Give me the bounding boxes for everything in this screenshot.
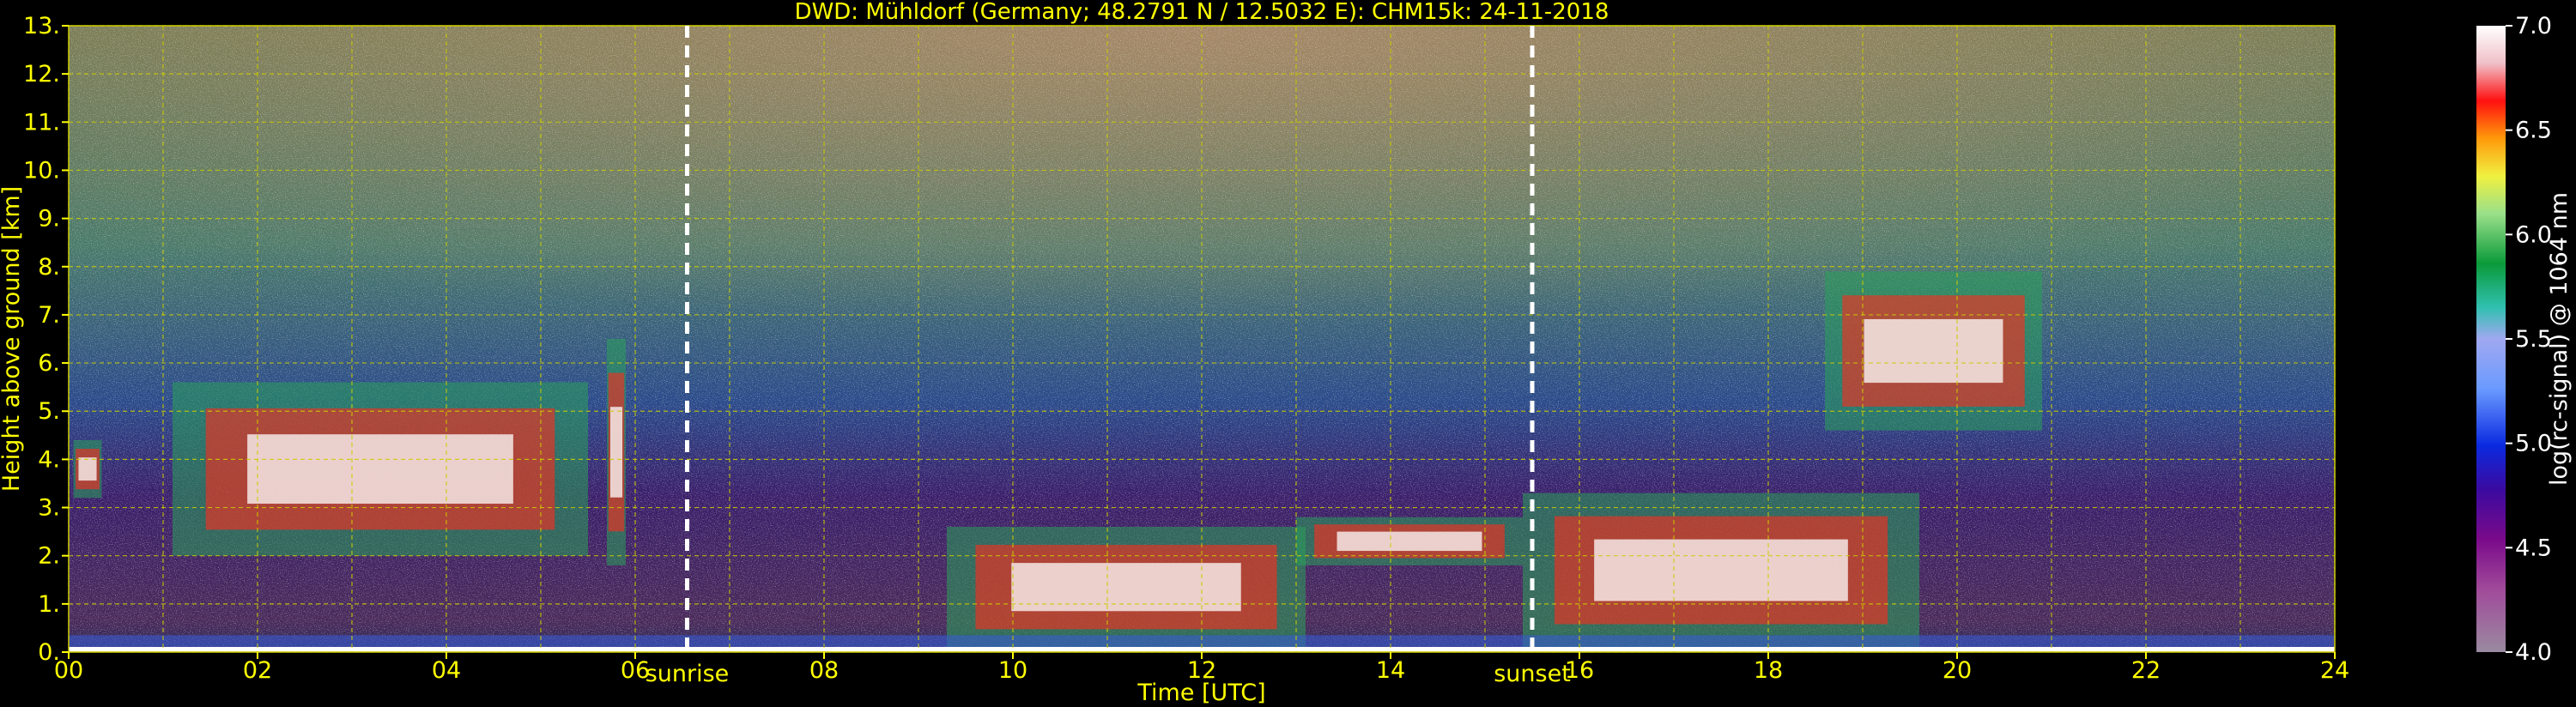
y-axis-label: Height above ground [km] bbox=[0, 186, 25, 492]
sunset-label: sunset bbox=[1494, 661, 1571, 687]
ceilometer-figure: sunrise sunset 00 02 04 06 08 10 12 14 16 18 20 22 24… bbox=[0, 0, 2573, 706]
y-tick-label: 13. bbox=[23, 13, 60, 39]
layer-cloud bbox=[607, 339, 626, 565]
layer-cloud bbox=[173, 382, 588, 556]
colorbar-tick-label: 6.5 bbox=[2515, 118, 2552, 144]
sunrise-label: sunrise bbox=[646, 661, 730, 687]
cloud-core bbox=[78, 457, 97, 481]
layer-cloud bbox=[1296, 517, 1523, 565]
colorbar-gradient bbox=[2476, 26, 2506, 652]
y-tick-label: 0. bbox=[38, 639, 60, 666]
x-tick-label: 18 bbox=[1754, 657, 1783, 684]
colorbar-tick-label: 4.0 bbox=[2515, 639, 2552, 666]
y-tick-label: 8. bbox=[38, 254, 60, 281]
x-tick-label: 24 bbox=[2320, 657, 2349, 684]
x-tick-label: 22 bbox=[2131, 657, 2161, 684]
x-tick-label: 14 bbox=[1376, 657, 1405, 684]
layer-cloud bbox=[947, 527, 1306, 648]
y-tick-label: 12. bbox=[23, 61, 60, 88]
x-tick-label: 06 bbox=[621, 657, 650, 684]
colorbar-tick-label: 4.5 bbox=[2515, 535, 2552, 561]
y-tick-label: 3. bbox=[38, 495, 60, 522]
chart-title: DWD: Mühldorf (Germany; 48.2791 N / 12.5… bbox=[795, 0, 1609, 25]
cloud-core bbox=[1594, 539, 1848, 601]
y-tick-label: 1. bbox=[38, 591, 60, 618]
x-tick-label: 16 bbox=[1565, 657, 1594, 684]
y-tick-label: 11. bbox=[23, 109, 60, 136]
colorbar-ticks: 4.04.55.05.56.06.57.0 bbox=[2506, 13, 2552, 666]
layer-cloud bbox=[1523, 492, 1919, 648]
y-axis-ticks: 0. 1. 2. 3. 4. 5. 6. 7. 8. 9. 10. 11. 12. 13. bbox=[23, 13, 69, 666]
x-tick-label: 10 bbox=[998, 657, 1027, 684]
y-tick-label: 9. bbox=[38, 206, 60, 233]
x-tick-label: 20 bbox=[1943, 657, 1972, 684]
y-tick-label: 4. bbox=[38, 446, 60, 473]
x-tick-label: 02 bbox=[243, 657, 272, 684]
colorbar-tick-label: 7.0 bbox=[2515, 13, 2552, 39]
colorbar: 4.04.55.05.56.06.57.0 log(rc-signal) @ 1… bbox=[2476, 13, 2573, 666]
y-tick-label: 5. bbox=[38, 398, 60, 425]
y-tick-label: 7. bbox=[38, 302, 60, 329]
layer-cloud bbox=[1825, 271, 2042, 431]
cloud-core bbox=[1336, 531, 1482, 552]
cloud-core bbox=[609, 407, 623, 498]
layer-cloud bbox=[73, 439, 102, 499]
x-tick-label: 08 bbox=[809, 657, 839, 684]
cloud-core bbox=[247, 434, 513, 505]
colorbar-label: log(rc-signal) @ 1064 nm bbox=[2546, 192, 2573, 486]
y-tick-label: 6. bbox=[38, 350, 60, 377]
y-tick-label: 2. bbox=[38, 543, 60, 570]
cloud-core bbox=[1864, 318, 2003, 384]
y-tick-label: 10. bbox=[23, 157, 60, 184]
x-tick-label: 04 bbox=[432, 657, 461, 684]
x-axis-label: Time [UTC] bbox=[1136, 680, 1265, 706]
